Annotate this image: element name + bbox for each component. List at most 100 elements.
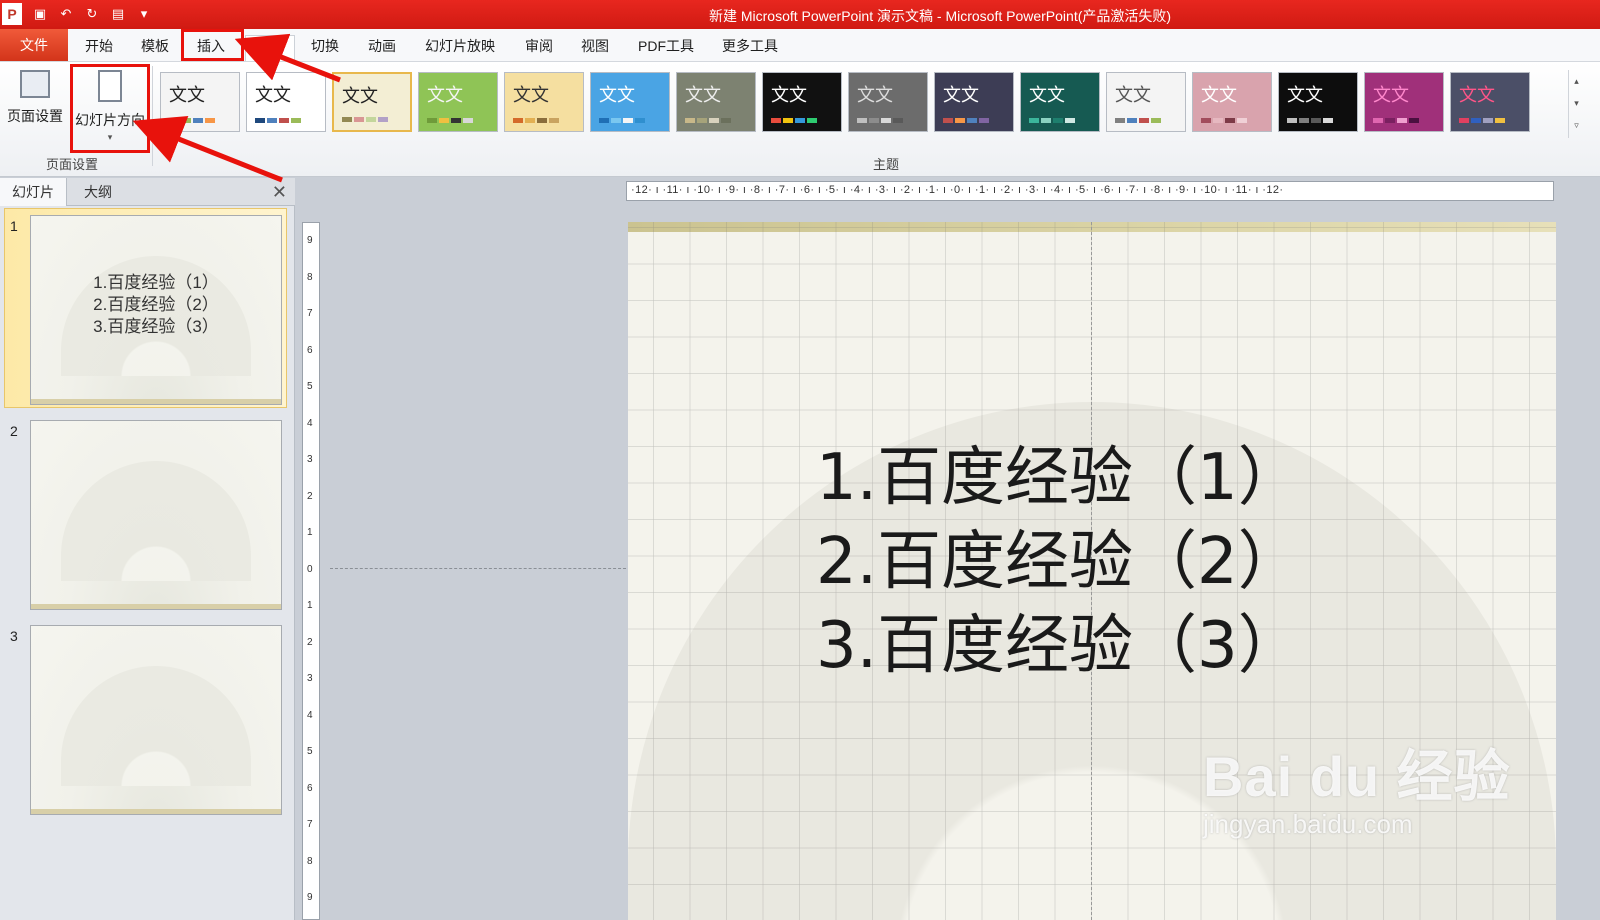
tab-file[interactable]: 文件: [0, 29, 68, 61]
tab-more-tools[interactable]: 更多工具: [722, 36, 778, 56]
tab-slide-show[interactable]: 幻灯片放映: [425, 36, 495, 56]
theme-swatches: [255, 118, 301, 123]
theme-thumbnail[interactable]: 文文: [332, 72, 412, 132]
color-swatch: [635, 118, 645, 123]
tab-animations[interactable]: 动画: [368, 36, 396, 56]
fan-background: [61, 461, 251, 581]
page-setup-button[interactable]: 页面设置: [4, 70, 66, 126]
theme-swatches: [1287, 118, 1333, 123]
color-swatch: [1373, 118, 1383, 123]
slide-preview: [30, 625, 282, 815]
theme-swatches: [943, 118, 989, 123]
theme-thumbnail[interactable]: 文文: [1020, 72, 1100, 132]
theme-thumbnail[interactable]: 文文: [1106, 72, 1186, 132]
gallery-more-icon[interactable]: ▿: [1569, 114, 1584, 136]
ruler-tick-label: 4: [307, 709, 313, 721]
theme-thumbnail[interactable]: 文文: [590, 72, 670, 132]
page-setup-icon: [20, 70, 50, 98]
theme-sample-text: 文文: [1459, 85, 1495, 106]
color-swatch: [685, 118, 695, 123]
theme-thumbnail[interactable]: 文文: [418, 72, 498, 132]
theme-swatches: [1115, 118, 1161, 123]
tab-pdf-tools[interactable]: PDF工具: [638, 36, 694, 56]
ruler-tick-label: 9: [307, 892, 313, 903]
theme-thumbnail[interactable]: 文文: [676, 72, 756, 132]
color-swatch: [1115, 118, 1125, 123]
tab-outline[interactable]: 大纲: [72, 178, 124, 206]
vertical-ruler: 9 8 7 6 5 4 3 2 1 0 1 2 3 4 5 6 7 8 9: [302, 222, 320, 920]
ruler-tick-label: 7: [307, 819, 313, 830]
slide-preview: 1.百度经验（1） 2.百度经验（2） 3.百度经验（3）: [30, 215, 282, 405]
close-icon[interactable]: ✕: [272, 182, 287, 203]
ruler-tick-label: 5: [307, 746, 313, 757]
ruler-tick-label: 1: [307, 527, 313, 538]
page-setup-group-label: 页面设置: [46, 157, 99, 172]
ruler-tick-label: 6: [307, 344, 313, 356]
theme-thumbnail[interactable]: 文文: [1364, 72, 1444, 132]
theme-sample-text: 文文: [1115, 85, 1151, 106]
slide-text-box[interactable]: 1.百度经验（1） 2.百度经验（2） 3.百度经验（3）: [816, 436, 1302, 688]
ruler-tick-label: 1: [307, 600, 313, 611]
ruler-tick-label: 8: [307, 855, 313, 867]
color-swatch: [1299, 118, 1309, 123]
theme-thumbnail[interactable]: 文文: [504, 72, 584, 132]
gallery-scroll[interactable]: ▴ ▾ ▿: [1568, 70, 1584, 138]
watermark-logo: Bai du 经验: [1203, 745, 1511, 808]
theme-thumbnail[interactable]: 文文: [1192, 72, 1272, 132]
slide-number: 2: [10, 423, 18, 439]
theme-thumbnail[interactable]: 文文: [1450, 72, 1530, 132]
chevron-up-icon[interactable]: ▴: [1569, 70, 1584, 92]
ruler-tick-label: 6: [307, 782, 313, 794]
themes-group-label: 主题: [873, 157, 900, 172]
theme-thumbnail[interactable]: 文文: [1278, 72, 1358, 132]
theme-swatches: [599, 118, 645, 123]
tab-transitions[interactable]: 切换: [311, 36, 339, 56]
theme-swatches: [169, 118, 215, 123]
theme-sample-text: 文文: [255, 85, 291, 106]
color-swatch: [513, 118, 523, 123]
chevron-down-icon[interactable]: ▾: [1569, 92, 1584, 114]
theme-sample-text: 文文: [685, 85, 721, 106]
color-swatch: [721, 118, 731, 123]
color-swatch: [354, 117, 364, 122]
preview-line: 2.百度经验（2）: [93, 295, 219, 314]
theme-swatches: [771, 118, 817, 123]
tab-home[interactable]: 开始: [85, 36, 113, 56]
color-swatch: [881, 118, 891, 123]
theme-thumbnail[interactable]: 文文: [160, 72, 240, 132]
color-swatch: [1225, 118, 1235, 123]
color-swatch: [1385, 118, 1395, 123]
color-swatch: [1065, 118, 1075, 123]
color-swatch: [1483, 118, 1493, 123]
color-swatch: [967, 118, 977, 123]
slide-line: 1.百度经验（1）: [816, 441, 1302, 515]
color-swatch: [1201, 118, 1211, 123]
color-swatch: [463, 118, 473, 123]
insert-tab-highlight: [181, 29, 244, 61]
theme-sample-text: 文文: [599, 85, 635, 106]
theme-thumbnail[interactable]: 文文: [246, 72, 326, 132]
theme-thumbnail[interactable]: 文文: [762, 72, 842, 132]
tab-templates[interactable]: 模板: [141, 36, 169, 56]
theme-swatches: [857, 118, 903, 123]
theme-thumbnail[interactable]: 文文: [848, 72, 928, 132]
color-swatch: [279, 118, 289, 123]
color-swatch: [366, 117, 376, 122]
theme-sample-text: 文文: [169, 85, 205, 106]
tab-design[interactable]: 设计: [245, 35, 295, 61]
color-swatch: [1323, 118, 1333, 123]
color-swatch: [255, 118, 265, 123]
tab-slides[interactable]: 幻灯片: [0, 178, 67, 206]
color-swatch: [1127, 118, 1137, 123]
color-swatch: [1409, 118, 1419, 123]
tab-review[interactable]: 审阅: [525, 36, 553, 56]
color-swatch: [378, 117, 388, 122]
watermark-url: jingyan.baidu.com: [1203, 809, 1413, 839]
tab-view[interactable]: 视图: [581, 36, 609, 56]
ruler-ticks: ·12· ı ·11· ı ·10· ı ·9· ı ·8· ı ·7· ı ·…: [631, 184, 1284, 196]
ruler-tick-label: 3: [307, 454, 313, 465]
theme-sample-text: 文文: [1287, 85, 1323, 106]
theme-swatches: [427, 118, 473, 123]
theme-thumbnail[interactable]: 文文: [934, 72, 1014, 132]
slide-canvas[interactable]: 1.百度经验（1） 2.百度经验（2） 3.百度经验（3） Bai du 经验 …: [628, 222, 1556, 920]
